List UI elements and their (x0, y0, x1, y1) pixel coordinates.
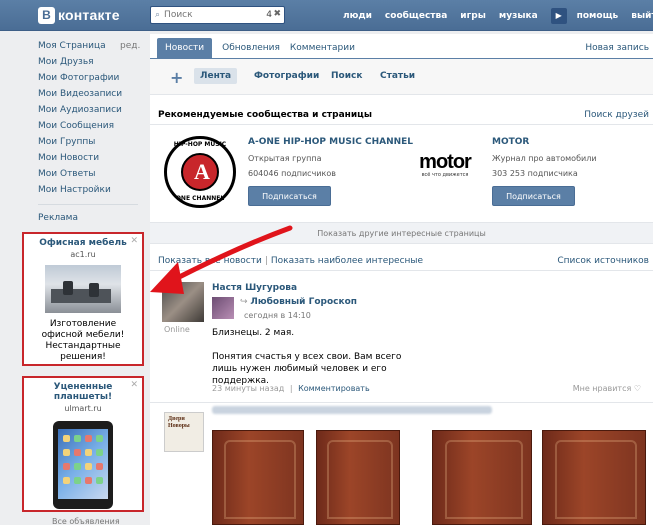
close-icon[interactable]: ✕ (130, 380, 138, 390)
comment-link[interactable]: Комментировать (298, 384, 370, 393)
feed-subtabs: + Лента Фотографии Поиск Статьи (150, 59, 653, 95)
subscribe-button[interactable]: Подписаться (492, 186, 575, 206)
tab-updates[interactable]: Обновления (222, 38, 290, 58)
door-image[interactable] (542, 430, 646, 525)
ad-image[interactable] (45, 265, 121, 313)
tab-news[interactable]: Новости (157, 38, 213, 58)
logo-badge: В (38, 6, 55, 24)
search-box[interactable]: ⌕ 4 ✖ (150, 6, 285, 24)
sidebar-divider (38, 204, 138, 205)
tab-comments[interactable]: Комментарии (290, 38, 365, 58)
nav-music[interactable]: музыка (499, 11, 538, 21)
close-icon[interactable]: ✕ (130, 236, 138, 246)
share-icon: ↪ (240, 297, 251, 307)
community-avatar-hiphop[interactable]: HIP-HOP MUSIC A ONE CHANNEL (164, 136, 236, 208)
sidebar-item-my-page[interactable]: Моя Страница ред. (38, 38, 148, 54)
community-subscribers: 303 253 подписчика (492, 169, 578, 178)
top-header: В контакте ⌕ 4 ✖ люди сообщества игры му… (0, 0, 653, 31)
main-content: Новости Обновления Комментарии Новая зап… (150, 34, 653, 525)
subtab-articles[interactable]: Статьи (380, 71, 415, 81)
community-type: Журнал про автомобили (492, 154, 597, 163)
sidebar-item-messages[interactable]: Мои Сообщения (38, 118, 148, 134)
post-text: Близнецы. 2 мая. Понятия счастья у всех … (212, 328, 402, 386)
sidebar-item-friends[interactable]: Мои Друзья (38, 54, 148, 70)
sidebar-item-news[interactable]: Мои Новости (38, 150, 148, 166)
sidebar-item-settings[interactable]: Мои Настройки (38, 182, 148, 198)
show-interesting-link[interactable]: Показать наиболее интересные (271, 256, 423, 266)
ad-description: Изготовление офисной мебели! Нестандартн… (41, 319, 125, 362)
post-time[interactable]: 23 минуты назад (212, 384, 284, 393)
subtab-search[interactable]: Поиск (331, 71, 362, 81)
sidebar-item-photos[interactable]: Мои Фотографии (38, 70, 148, 86)
logo-text: контакте (58, 7, 120, 23)
find-friends-link[interactable]: Поиск друзей (584, 110, 649, 120)
door-image[interactable] (316, 430, 400, 525)
community-avatar-motor[interactable]: motor всё что движется (406, 151, 484, 178)
edit-link[interactable]: ред. (120, 38, 140, 54)
new-post-link[interactable]: Новая запись (585, 43, 649, 53)
meta-divider: | (289, 384, 293, 393)
like-button[interactable]: Мне нравится ♡ (573, 384, 641, 393)
filter-divider: | (264, 256, 268, 266)
sidebar-item-audio[interactable]: Мои Аудиозаписи (38, 102, 148, 118)
post-meta: 23 минуты назад | Комментировать (212, 384, 370, 393)
show-more-pages-button[interactable]: Показать другие интересные страницы (150, 222, 653, 244)
community-name[interactable]: A-ONE HIP-HOP MUSIC CHANNEL (248, 137, 413, 147)
recommended-title: Рекомендуемые сообщества и страницы (158, 110, 372, 120)
doors-avatar[interactable]: Двери Новоры (164, 412, 204, 452)
shared-time[interactable]: сегодня в 14:10 (244, 311, 311, 320)
door-image[interactable] (432, 430, 532, 525)
nav-people[interactable]: люди (343, 11, 372, 21)
nav-help[interactable]: помощь (577, 11, 619, 21)
group-avatar[interactable] (212, 297, 234, 319)
divider (150, 124, 653, 125)
nav-logout[interactable]: выйт (631, 11, 653, 21)
sidebar-item-answers[interactable]: Мои Ответы (38, 166, 148, 182)
all-ads-link[interactable]: Все объявления (52, 517, 120, 525)
nav-communities[interactable]: сообщества (385, 11, 447, 21)
post-author[interactable]: Настя Шугурова (212, 283, 297, 293)
vk-logo[interactable]: В контакте (38, 6, 120, 24)
avatar[interactable] (162, 282, 204, 322)
play-icon[interactable]: ▶ (550, 7, 567, 24)
ad-domain: ac1.ru (70, 250, 96, 259)
subtab-feed[interactable]: Лента (194, 68, 238, 84)
show-all-news-link[interactable]: Показать все новости (158, 256, 262, 266)
sidebar-item-groups[interactable]: Мои Группы (38, 134, 148, 150)
top-nav: люди сообщества игры музыка ▶ помощь вый… (343, 0, 653, 31)
news-filter: Показать все новости | Показать наиболее и… (158, 256, 423, 266)
ad-tablets[interactable]: ✕ Уцененные планшеты! ulmart.ru (22, 376, 144, 512)
sources-list-link[interactable]: Список источников (557, 256, 649, 266)
community-subscribers: 604046 подписчиков (248, 169, 336, 178)
door-image[interactable] (212, 430, 304, 525)
sidebar-item-ads[interactable]: Реклама (38, 210, 148, 226)
community-name[interactable]: MOTOR (492, 137, 529, 147)
nav-games[interactable]: игры (460, 11, 486, 21)
close-icon[interactable]: ✖ (273, 9, 281, 19)
news-tabs: Новости Обновления Комментарии (157, 38, 365, 58)
blurred-post-title (212, 406, 492, 414)
left-menu: Моя Страница ред. Мои Друзья Мои Фотограф… (38, 38, 148, 226)
ad-office-furniture[interactable]: ✕ Офисная мебель ac1.ru Изготовление офи… (22, 232, 144, 366)
sidebar-item-videos[interactable]: Мои Видеозаписи (38, 86, 148, 102)
search-input[interactable] (164, 10, 255, 20)
subtab-photos[interactable]: Фотографии (254, 71, 319, 81)
ad-image[interactable] (53, 421, 113, 509)
add-icon[interactable]: + (170, 68, 183, 87)
ad-title[interactable]: Офисная мебель (24, 238, 142, 248)
ad-domain: ulmart.ru (64, 404, 102, 413)
divider (150, 402, 653, 403)
shared-group-link[interactable]: ↪ Любовный Гороскоп (240, 297, 357, 307)
divider (150, 270, 653, 271)
search-result-count: 4 (266, 10, 272, 20)
community-type: Открытая группа (248, 154, 322, 163)
ad-title[interactable]: Уцененные планшеты! (24, 382, 142, 402)
subscribe-button[interactable]: Подписаться (248, 186, 331, 206)
search-icon: ⌕ (155, 10, 161, 20)
online-status: Online (164, 325, 190, 334)
